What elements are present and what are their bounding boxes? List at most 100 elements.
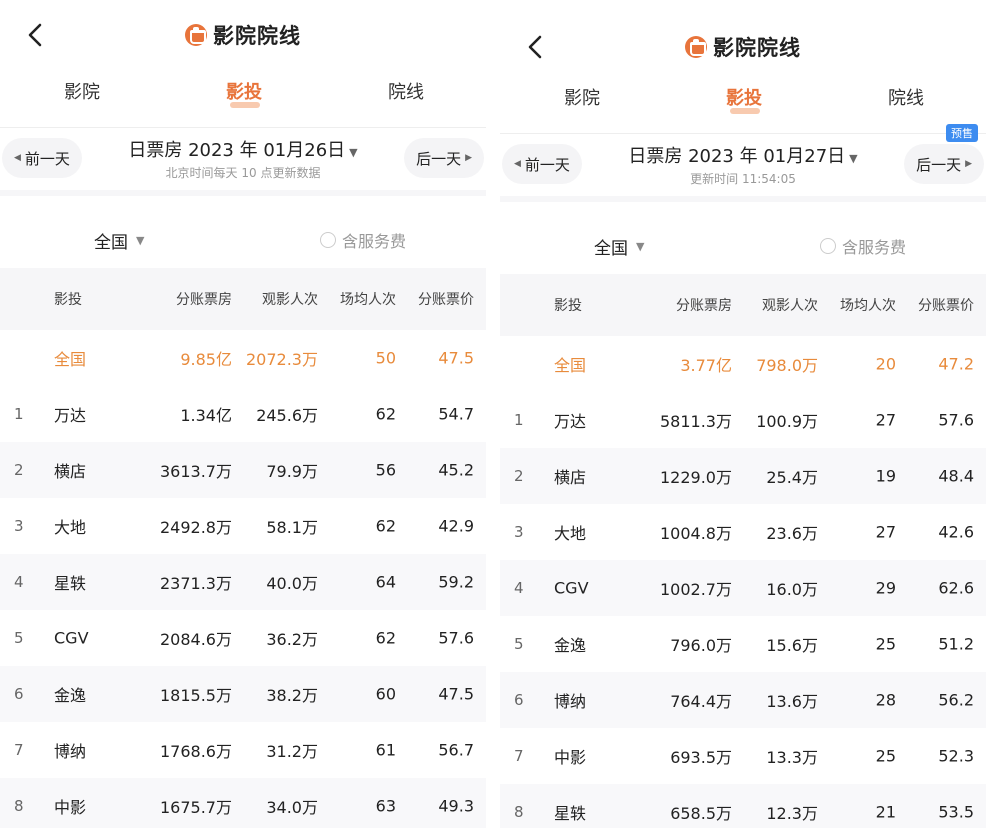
avg-price: 45.2 <box>438 460 474 480</box>
caret-down-icon: ▼ <box>349 146 358 159</box>
next-day-label: 后一天 <box>916 155 962 174</box>
header-avg-per-show[interactable]: 场均人次 <box>840 295 896 315</box>
date-bar: ◀ 前一天 日票房 2023 年 01月27日 ▼ 更新时间 11:54:05 后一… <box>500 122 986 202</box>
box-office: 1004.8万 <box>660 524 732 543</box>
table-row[interactable]: 3 大地 1004.8万 23.6万 27 42.6 <box>500 504 986 560</box>
admissions: 25.4万 <box>766 468 818 487</box>
rank: 8 <box>514 803 524 821</box>
header-box-office[interactable]: 分账票房 <box>176 289 232 309</box>
box-office: 1675.7万 <box>160 798 232 817</box>
region-selector[interactable]: 全国 ▼ <box>94 228 144 253</box>
avg-per-show: 61 <box>375 740 396 760</box>
tab-cinema[interactable]: 影院 <box>42 78 122 104</box>
tab-investor[interactable]: 影投 <box>704 84 784 114</box>
header-admissions[interactable]: 观影人次 <box>262 289 318 309</box>
box-office: 2084.6万 <box>160 630 232 649</box>
admissions: 40.0万 <box>266 574 318 593</box>
date-bar: ◀ 前一天 日票房 2023 年 01月26日 ▼ 北京时间每天 10 点更新数据 … <box>0 116 486 196</box>
investor-name: 中影 <box>554 748 587 767</box>
table-row[interactable]: 4 CGV 1002.7万 16.0万 29 62.6 <box>500 560 986 616</box>
table-row[interactable]: 7 博纳 1768.6万 31.2万 61 56.7 <box>0 722 486 778</box>
next-day-button[interactable]: 后一天 ▶ <box>904 144 984 184</box>
table-row[interactable]: 3 大地 2492.8万 58.1万 62 42.9 <box>0 498 486 554</box>
total-avg-per-show: 20 <box>875 354 896 374</box>
header-avg-price[interactable]: 分账票价 <box>418 289 474 309</box>
screen-right: 影院院线 影院 影投 院线 ◀ 前一天 日票房 2023 年 01月27日 ▼ 更新… <box>500 0 986 828</box>
header-box-office[interactable]: 分账票房 <box>676 295 732 315</box>
box-office: 1815.5万 <box>160 686 232 705</box>
box-office: 1229.0万 <box>660 468 732 487</box>
date-label: 日票房 2023 年 01月26日 <box>128 140 346 161</box>
table-row[interactable]: 5 CGV 2084.6万 36.2万 62 57.6 <box>0 610 486 666</box>
avg-price: 57.6 <box>938 410 974 430</box>
rank: 1 <box>514 411 524 429</box>
avg-price: 42.6 <box>938 522 974 542</box>
tab-label: 影投 <box>726 88 762 109</box>
tab-cinema[interactable]: 影院 <box>542 84 622 110</box>
service-fee-toggle[interactable]: 含服务费 <box>320 228 406 252</box>
header-avg-per-show[interactable]: 场均人次 <box>340 289 396 309</box>
table-row[interactable]: 2 横店 1229.0万 25.4万 19 48.4 <box>500 448 986 504</box>
investor-name: 博纳 <box>554 692 587 711</box>
total-admissions: 2072.3万 <box>246 350 318 369</box>
box-office: 5811.3万 <box>660 412 732 431</box>
avg-per-show: 27 <box>875 522 896 542</box>
box-office: 796.0万 <box>670 636 732 655</box>
table-row[interactable]: 4 星轶 2371.3万 40.0万 64 59.2 <box>0 554 486 610</box>
avg-per-show: 28 <box>875 690 896 710</box>
investor-name: 中影 <box>54 798 87 817</box>
total-avg-price: 47.2 <box>938 354 974 374</box>
total-row[interactable]: 全国 9.85亿 2072.3万 50 47.5 <box>0 330 486 386</box>
investor-name: CGV <box>54 628 89 648</box>
admissions: 16.0万 <box>766 580 818 599</box>
tab-circuit[interactable]: 院线 <box>866 84 946 110</box>
avg-per-show: 25 <box>875 634 896 654</box>
screen-left: 影院院线 影院 影投 院线 ◀ 前一天 日票房 2023 年 01月26日 ▼ 北京… <box>0 0 486 828</box>
table-row[interactable]: 8 星轶 658.5万 12.3万 21 53.5 <box>500 784 986 828</box>
box-office: 1002.7万 <box>660 580 732 599</box>
header-name[interactable]: 影投 <box>54 289 82 309</box>
table-row[interactable]: 1 万达 5811.3万 100.9万 27 57.6 <box>500 392 986 448</box>
avg-price: 42.9 <box>438 516 474 536</box>
table-row[interactable]: 1 万达 1.34亿 245.6万 62 54.7 <box>0 386 486 442</box>
avg-price: 54.7 <box>438 404 474 424</box>
header-name[interactable]: 影投 <box>554 295 582 315</box>
tab-circuit[interactable]: 院线 <box>366 78 446 104</box>
rank: 3 <box>14 517 24 535</box>
table-row[interactable]: 5 金逸 796.0万 15.6万 25 51.2 <box>500 616 986 672</box>
box-office: 3613.7万 <box>160 462 232 481</box>
header-admissions[interactable]: 观影人次 <box>762 295 818 315</box>
table-row[interactable]: 2 横店 3613.7万 79.9万 56 45.2 <box>0 442 486 498</box>
header: 影院院线 <box>0 0 486 60</box>
investor-name: 大地 <box>54 518 87 537</box>
region-selector[interactable]: 全国 ▼ <box>594 234 644 259</box>
avg-price: 62.6 <box>938 578 974 598</box>
triangle-right-icon: ▶ <box>965 159 972 169</box>
region-label: 全国 <box>94 233 128 253</box>
table-row[interactable]: 8 中影 1675.7万 34.0万 63 49.3 <box>0 778 486 828</box>
table-row[interactable]: 6 金逸 1815.5万 38.2万 60 47.5 <box>0 666 486 722</box>
total-row[interactable]: 全国 3.77亿 798.0万 20 47.2 <box>500 336 986 392</box>
header-avg-price[interactable]: 分账票价 <box>918 295 974 315</box>
avg-per-show: 63 <box>375 796 396 816</box>
table-row[interactable]: 6 博纳 764.4万 13.6万 28 56.2 <box>500 672 986 728</box>
admissions: 36.2万 <box>266 630 318 649</box>
triangle-right-icon: ▶ <box>465 153 472 163</box>
admissions: 34.0万 <box>266 798 318 817</box>
box-office: 1.34亿 <box>180 406 232 425</box>
tab-investor[interactable]: 影投 <box>204 78 284 108</box>
rank: 2 <box>514 467 524 485</box>
avg-per-show: 29 <box>875 578 896 598</box>
box-office: 2492.8万 <box>160 518 232 537</box>
table-row[interactable]: 7 中影 693.5万 13.3万 25 52.3 <box>500 728 986 784</box>
next-day-button[interactable]: 后一天 ▶ <box>404 138 484 178</box>
admissions: 100.9万 <box>756 412 818 431</box>
investor-name: 横店 <box>554 468 587 487</box>
service-fee-toggle[interactable]: 含服务费 <box>820 234 906 258</box>
caret-down-icon: ▼ <box>136 234 145 247</box>
avg-per-show: 25 <box>875 746 896 766</box>
avg-price: 59.2 <box>438 572 474 592</box>
avg-price: 47.5 <box>438 684 474 704</box>
avg-per-show: 60 <box>375 684 396 704</box>
avg-price: 56.7 <box>438 740 474 760</box>
